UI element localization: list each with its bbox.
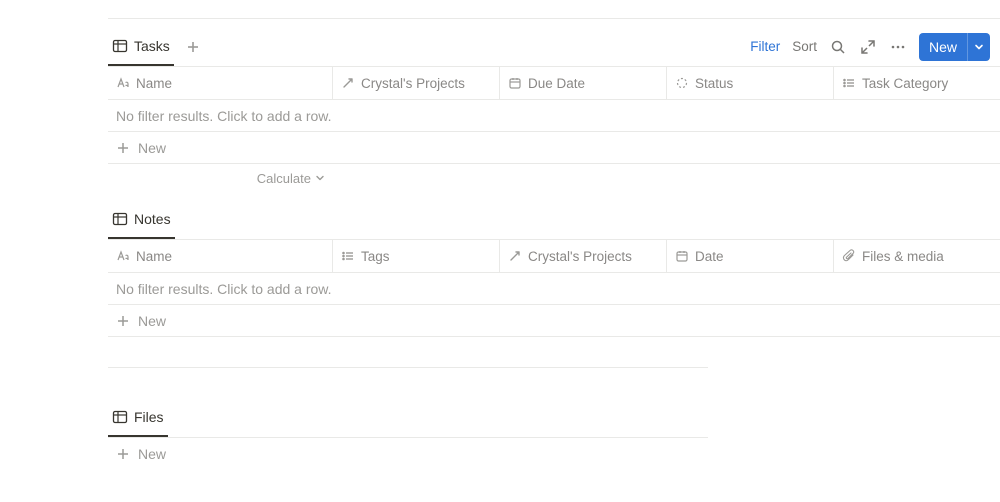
empty-row[interactable]: No filter results. Click to add a row. [108,100,1000,132]
filter-button[interactable]: Filter [750,39,780,54]
new-row[interactable]: New [108,305,1000,337]
new-button[interactable]: New [919,33,990,61]
divider [108,18,1000,19]
notes-tabbar: Notes [108,200,1000,240]
col-projects[interactable]: Crystal's Projects [500,240,667,272]
col-tags[interactable]: Tags [333,240,500,272]
new-button-label: New [919,39,967,55]
sort-button[interactable]: Sort [792,39,817,54]
col-name[interactable]: Name [108,240,333,272]
col-label: Crystal's Projects [361,76,465,91]
files-tabbar: Files [108,398,708,438]
col-label: Tags [361,249,390,264]
divider [108,367,708,368]
new-row[interactable]: New [108,132,1000,164]
files-database: Files New [108,398,708,470]
tab-notes[interactable]: Notes [108,200,175,239]
new-row-label: New [138,140,166,156]
chevron-down-icon[interactable] [968,42,990,52]
col-label: Files & media [862,249,944,264]
search-icon[interactable] [829,38,847,56]
tab-label: Notes [134,211,171,227]
plus-icon [116,141,130,155]
col-label: Date [695,249,724,264]
col-label: Name [136,249,172,264]
tab-files[interactable]: Files [108,398,168,437]
multiselect-icon [341,249,355,263]
col-label: Task Category [862,76,948,91]
attachment-icon [842,249,856,263]
title-property-icon [116,76,130,90]
relation-icon [341,76,355,90]
col-status[interactable]: Status [667,67,834,99]
title-property-icon [116,249,130,263]
tab-tasks[interactable]: Tasks [108,27,174,66]
calculate-cell[interactable]: Calculate [108,164,333,192]
notes-database: Notes Name Tags Crystal's Projects Date … [108,200,1000,337]
more-icon[interactable] [889,38,907,56]
relation-icon [508,249,522,263]
col-files-media[interactable]: Files & media [834,240,1000,272]
tab-label: Files [134,409,164,425]
table-icon [112,211,128,227]
multiselect-icon [842,76,856,90]
col-label: Crystal's Projects [528,249,632,264]
tasks-database: Tasks Filter Sort New [108,27,1000,192]
col-label: Status [695,76,733,91]
add-view-button[interactable] [182,36,204,58]
col-projects[interactable]: Crystal's Projects [333,67,500,99]
tasks-header-row: Name Crystal's Projects Due Date Status … [108,67,1000,100]
empty-row[interactable]: No filter results. Click to add a row. [108,273,1000,305]
col-date[interactable]: Date [667,240,834,272]
new-row-label: New [138,446,166,462]
new-row-label: New [138,313,166,329]
date-icon [675,249,689,263]
calculate-label: Calculate [257,171,311,186]
plus-icon [116,314,130,328]
col-due-date[interactable]: Due Date [500,67,667,99]
chevron-down-icon [315,173,325,183]
status-icon [675,76,689,90]
tab-label: Tasks [134,38,170,54]
tasks-tabbar: Tasks Filter Sort New [108,27,1000,67]
table-icon [112,38,128,54]
col-task-category[interactable]: Task Category [834,67,1000,99]
notes-header-row: Name Tags Crystal's Projects Date Files … [108,240,1000,273]
plus-icon [116,447,130,461]
new-row[interactable]: New [108,438,708,470]
col-name[interactable]: Name [108,67,333,99]
date-icon [508,76,522,90]
expand-icon[interactable] [859,38,877,56]
table-icon [112,409,128,425]
col-label: Name [136,76,172,91]
database-toolbar: Filter Sort New [750,33,1000,61]
col-label: Due Date [528,76,585,91]
